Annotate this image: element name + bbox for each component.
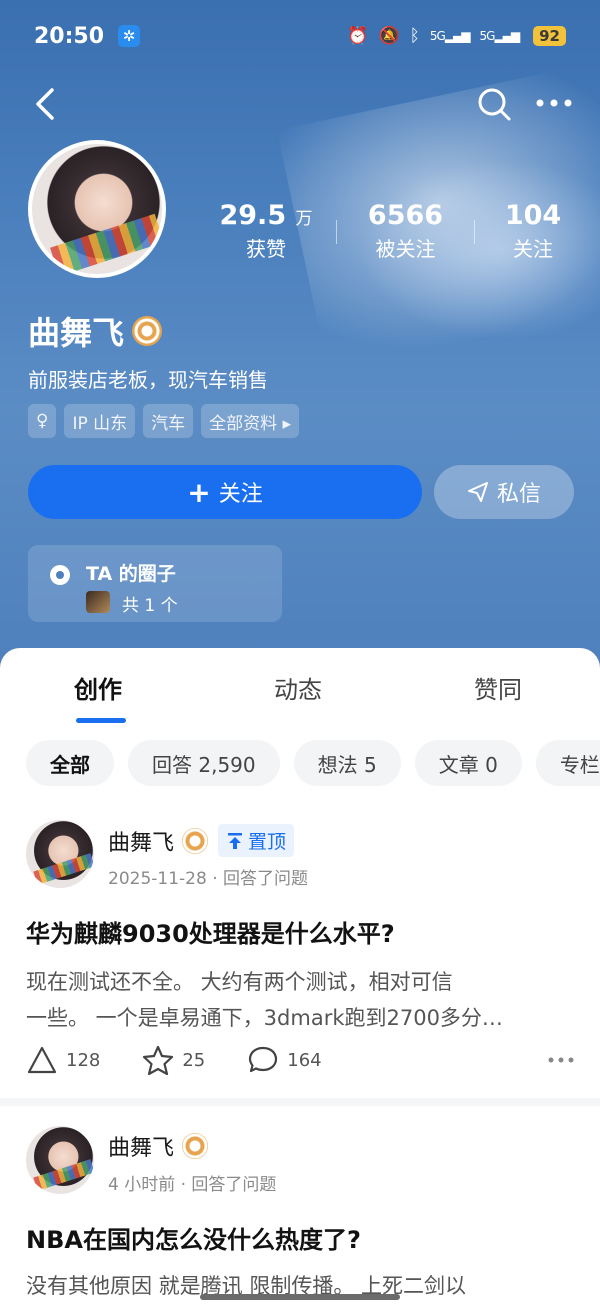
status-time: 20:50	[34, 23, 105, 49]
content-panel: 创作 动态 赞同 全部 回答 2,590 想法 5 文章 0 专栏 曲舞飞 置顶…	[0, 648, 600, 1312]
profile-avatar[interactable]	[28, 140, 166, 278]
post-title[interactable]: NBA在国内怎么没什么热度了?	[26, 1220, 361, 1255]
post-more-icon[interactable]	[548, 1056, 574, 1064]
bluetooth-icon: ᛒ	[409, 26, 420, 46]
message-button[interactable]: 私信	[434, 465, 574, 519]
profile-name-row: 曲舞飞	[28, 308, 163, 354]
send-icon	[467, 482, 488, 502]
back-arrow-icon[interactable]	[32, 86, 62, 122]
mute-icon: 🔕	[378, 26, 400, 46]
stat-followers[interactable]: 6566 被关注	[337, 200, 474, 262]
star-icon	[143, 1045, 174, 1075]
battery-icon: 92	[533, 26, 566, 46]
section-divider	[0, 1098, 600, 1106]
filter-chips: 全部 回答 2,590 想法 5 文章 0 专栏	[26, 740, 600, 786]
circle-title: TA 的圈子	[86, 563, 176, 585]
chip-answers[interactable]: 回答 2,590	[128, 740, 280, 786]
signal-icon-2: 5G▂▄▆	[479, 29, 521, 43]
post-actions: 128 25 164	[26, 1045, 574, 1075]
profile-stats: 29.5 万 获赞 6566 被关注 104 关注	[196, 200, 600, 262]
circle-thumbnail	[86, 591, 110, 613]
home-indicator[interactable]	[200, 1294, 400, 1300]
pin-top-icon	[228, 832, 243, 849]
post-card[interactable]: 曲舞飞 置顶 2025-11-28 · 回答了问题 华为麒麟9030处理器是什么…	[0, 816, 600, 1098]
post-author-row: 曲舞飞 置顶	[108, 824, 295, 857]
chip-all[interactable]: 全部	[26, 740, 114, 786]
signal-icon: 5G▂▄▆	[429, 29, 471, 43]
comment-bubble-icon	[249, 1046, 278, 1073]
chip-articles[interactable]: 文章 0	[414, 740, 522, 786]
stat-likes[interactable]: 29.5 万 获赞	[196, 200, 336, 262]
status-bar: 20:50 ✲ ⏰ 🔕 ᛒ 5G▂▄▆ 5G▂▄▆ 92	[0, 0, 600, 72]
tab-upvoted[interactable]: 赞同	[474, 670, 522, 705]
verified-badge-icon	[182, 1133, 209, 1159]
follow-button[interactable]: + 关注	[28, 465, 422, 519]
verified-badge-icon	[182, 827, 209, 854]
post-author-name[interactable]: 曲舞飞	[108, 825, 174, 857]
circle-icon	[50, 565, 70, 585]
post-excerpt[interactable]: 没有其他原因 就是腾讯 限制传播。 上死二剑以	[26, 1268, 574, 1296]
full-profile-link[interactable]: 全部资料 ▸	[201, 404, 300, 438]
post-author-avatar[interactable]	[26, 1126, 94, 1194]
tab-creations[interactable]: 创作	[74, 670, 122, 705]
verified-badge-icon[interactable]	[132, 316, 163, 346]
post-author-row: 曲舞飞	[108, 1130, 209, 1162]
profile-bio: 前服装店老板，现汽车销售	[28, 368, 268, 392]
chip-thoughts[interactable]: 想法 5	[293, 740, 401, 786]
favorite-button[interactable]: 25	[142, 1045, 205, 1075]
upvote-button[interactable]: 128	[26, 1045, 100, 1075]
tab-activity[interactable]: 动态	[274, 670, 322, 705]
chip-columns[interactable]: 专栏	[535, 740, 600, 786]
app-notification-icon: ✲	[118, 25, 141, 47]
post-excerpt[interactable]: 现在测试还不全。 大约有两个测试，相对可信 一些。 一个是卓易通下，3dmark…	[26, 964, 574, 1036]
profile-name: 曲舞飞	[28, 314, 125, 352]
tab-bar: 创作 动态 赞同	[0, 648, 600, 728]
post-author-name[interactable]: 曲舞飞	[108, 1130, 174, 1162]
industry-tag: 汽车	[143, 404, 194, 438]
post-title[interactable]: 华为麒麟9030处理器是什么水平?	[26, 914, 395, 949]
stat-following[interactable]: 104 关注	[475, 200, 591, 262]
post-author-avatar[interactable]	[26, 820, 94, 888]
circle-count: 共 1 个	[122, 596, 178, 616]
upvote-triangle-icon	[27, 1046, 57, 1074]
profile-tags: ♀ IP 山东 汽车 全部资料 ▸	[28, 404, 300, 438]
post-meta: 4 小时前 · 回答了问题	[108, 1175, 277, 1195]
more-options-icon[interactable]	[534, 96, 574, 110]
search-icon[interactable]	[476, 86, 512, 122]
plus-icon: +	[187, 475, 211, 509]
comment-button[interactable]: 164	[247, 1045, 322, 1075]
post-meta: 2025-11-28 · 回答了问题	[108, 869, 309, 889]
tab-active-indicator	[76, 718, 126, 723]
post-card[interactable]: 曲舞飞 4 小时前 · 回答了问题 NBA在国内怎么没什么热度了? 没有其他原因…	[0, 1122, 600, 1312]
circle-card[interactable]: TA 的圈子 共 1 个	[28, 545, 282, 622]
alarm-icon: ⏰	[347, 26, 369, 46]
ip-location-tag: IP 山东	[64, 404, 136, 438]
gender-tag: ♀	[28, 404, 57, 438]
pinned-badge: 置顶	[218, 824, 295, 857]
